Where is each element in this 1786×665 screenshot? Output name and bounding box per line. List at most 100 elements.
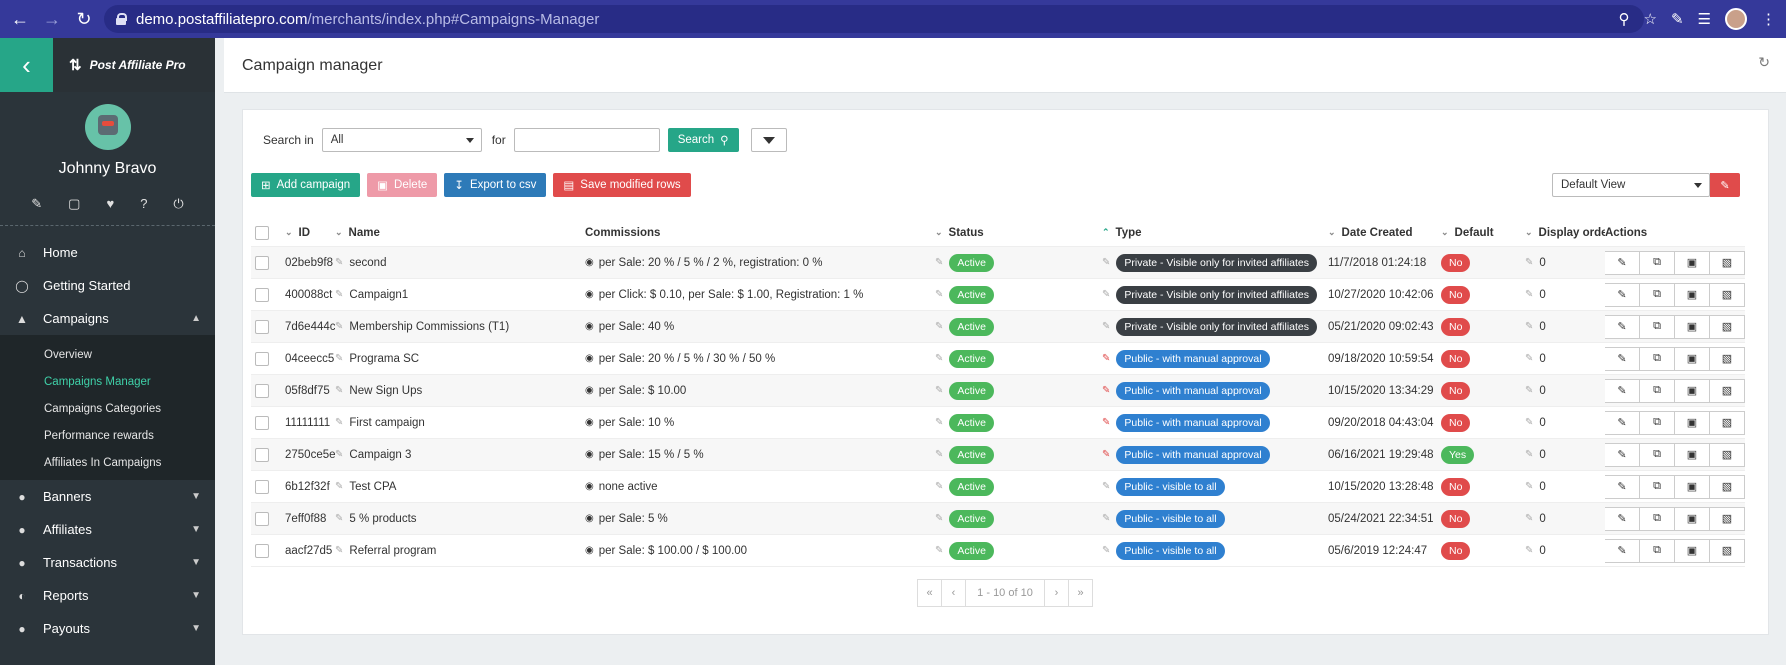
lock-button[interactable]: ▣ <box>1674 282 1710 307</box>
lock-button[interactable]: ▣ <box>1674 250 1710 275</box>
pencil-icon[interactable]: ✎ <box>335 353 343 364</box>
edit-button[interactable]: ✎ <box>1605 378 1640 403</box>
table-row[interactable]: 02beb9f8 ✎ second ◉ per Sale: 20 % / 5 % / 2… <box>251 247 1745 279</box>
delete-row-button[interactable]: ▧ <box>1709 442 1745 467</box>
pencil-icon[interactable]: ✎ <box>1102 257 1110 268</box>
pencil-icon[interactable]: ✎ <box>335 545 343 556</box>
eye-icon[interactable]: ◉ <box>585 385 594 396</box>
pencil-icon[interactable]: ✎ <box>1525 353 1533 364</box>
eye-icon[interactable]: ◉ <box>585 481 594 492</box>
column-header-date-created[interactable]: ⌄ Date Created <box>1328 227 1441 239</box>
collapse-sidebar-button[interactable]: ‹ <box>0 38 53 92</box>
pencil-icon[interactable]: ✎ <box>1525 289 1533 300</box>
pencil-icon[interactable]: ✎ <box>1102 353 1110 364</box>
table-row[interactable]: 7eff0f88 ✎ 5 % products ◉ per Sale: 5 % ✎ Acti… <box>251 503 1745 535</box>
edit-button[interactable]: ✎ <box>1605 410 1640 435</box>
eye-icon[interactable]: ◉ <box>585 545 594 556</box>
star-icon[interactable]: ☆ <box>1644 10 1657 28</box>
eye-icon[interactable]: ◉ <box>585 321 594 332</box>
sidebar-sub-campaigns-categories[interactable]: Campaigns Categories <box>0 395 215 422</box>
sidebar-item-transactions[interactable]: ● Transactions ▼ <box>0 546 215 579</box>
table-row[interactable]: 2750ce5e ✎ Campaign 3 ◉ per Sale: 15 % / 5 %… <box>251 439 1745 471</box>
first-page-button[interactable]: « <box>917 579 942 607</box>
lock-button[interactable]: ▣ <box>1674 378 1710 403</box>
pencil-icon[interactable]: ✎ <box>1525 321 1533 332</box>
view-select[interactable]: Default View <box>1552 173 1710 197</box>
edit-button[interactable]: ✎ <box>1605 506 1640 531</box>
extensions-icon[interactable]: ✎ <box>1671 10 1684 28</box>
pencil-icon[interactable]: ✎ <box>935 481 943 492</box>
eye-icon[interactable]: ◉ <box>585 353 594 364</box>
reading-list-icon[interactable]: ☰ <box>1698 10 1711 28</box>
table-row[interactable]: 04ceecc5 ✎ Programa SC ◉ per Sale: 20 % / 5 … <box>251 343 1745 375</box>
pencil-icon[interactable]: ✎ <box>1102 513 1110 524</box>
eye-icon[interactable]: ◉ <box>585 257 594 268</box>
lock-button[interactable]: ▣ <box>1674 410 1710 435</box>
delete-row-button[interactable]: ▧ <box>1709 506 1745 531</box>
row-checkbox[interactable] <box>255 479 269 494</box>
search-button[interactable]: Search ⚲ <box>667 128 739 152</box>
delete-row-button[interactable]: ▧ <box>1709 282 1745 307</box>
export-csv-button[interactable]: ↧ Export to csv <box>444 173 547 197</box>
pencil-icon[interactable]: ✎ <box>1102 417 1110 428</box>
pencil-icon[interactable]: ✎ <box>935 449 943 460</box>
delete-row-button[interactable]: ▧ <box>1709 538 1745 563</box>
filter-button[interactable] <box>750 128 787 152</box>
pencil-icon[interactable]: ✎ <box>1102 545 1110 556</box>
pencil-icon[interactable]: ✎ <box>1102 385 1110 396</box>
edit-button[interactable]: ✎ <box>1605 282 1640 307</box>
eye-icon[interactable]: ◉ <box>585 513 594 524</box>
table-row[interactable]: 7d6e444c ✎ Membership Commissions (T1) ◉ per… <box>251 311 1745 343</box>
pencil-icon[interactable]: ✎ <box>335 289 343 300</box>
delete-row-button[interactable]: ▧ <box>1709 250 1745 275</box>
pencil-icon[interactable]: ✎ <box>335 417 343 428</box>
sidebar-item-home[interactable]: ⌂ Home <box>0 236 215 269</box>
help-icon[interactable]: ? <box>140 196 147 212</box>
pencil-icon[interactable]: ✎ <box>335 449 343 460</box>
pencil-icon[interactable]: ✎ <box>1102 481 1110 492</box>
pencil-icon[interactable]: ✎ <box>1525 513 1533 524</box>
column-header-id[interactable]: ⌄ ID <box>285 227 335 239</box>
clone-button[interactable]: ⧉ <box>1639 410 1675 435</box>
pencil-icon[interactable]: ✎ <box>1102 321 1110 332</box>
pencil-icon[interactable]: ✎ <box>1525 257 1533 268</box>
clone-button[interactable]: ⧉ <box>1639 506 1675 531</box>
lock-button[interactable]: ▣ <box>1674 506 1710 531</box>
clone-button[interactable]: ⧉ <box>1639 346 1675 371</box>
pencil-icon[interactable]: ✎ <box>935 385 943 396</box>
power-icon[interactable]: ⏻ <box>173 196 183 212</box>
pencil-icon[interactable]: ✎ <box>935 513 943 524</box>
pencil-icon[interactable]: ✎ <box>31 196 42 212</box>
add-campaign-button[interactable]: ⊞ Add campaign <box>251 173 361 197</box>
pencil-icon[interactable]: ✎ <box>1102 289 1110 300</box>
lock-button[interactable]: ▣ <box>1674 474 1710 499</box>
zoom-icon[interactable]: ⚲ <box>1619 10 1630 28</box>
menu-dots-icon[interactable]: ⋮ <box>1761 10 1776 28</box>
eye-icon[interactable]: ◉ <box>585 449 594 460</box>
reload-icon[interactable]: ↻ <box>72 7 96 31</box>
row-checkbox[interactable] <box>255 287 269 302</box>
profile-avatar[interactable] <box>1725 8 1747 30</box>
table-row[interactable]: aacf27d5 ✎ Referral program ◉ per Sale: $ 10… <box>251 535 1745 567</box>
search-input[interactable] <box>513 128 660 152</box>
last-page-button[interactable]: » <box>1068 579 1093 607</box>
lock-button[interactable]: ▣ <box>1674 538 1710 563</box>
row-checkbox[interactable] <box>255 255 269 270</box>
sidebar-item-campaigns[interactable]: ▲ Campaigns ▲ <box>0 302 215 335</box>
row-checkbox[interactable] <box>255 511 269 526</box>
pencil-icon[interactable]: ✎ <box>1525 545 1533 556</box>
pencil-icon[interactable]: ✎ <box>1525 385 1533 396</box>
edit-button[interactable]: ✎ <box>1605 442 1640 467</box>
pencil-icon[interactable]: ✎ <box>335 385 343 396</box>
pencil-icon[interactable]: ✎ <box>335 481 343 492</box>
monitor-icon[interactable]: ▢ <box>68 196 80 212</box>
sidebar-sub-affiliates-in-campaigns[interactable]: Affiliates In Campaigns <box>0 449 215 476</box>
clone-button[interactable]: ⧉ <box>1639 538 1675 563</box>
table-row[interactable]: 6b12f32f ✎ Test CPA ◉ none active ✎ Active ✎ Pub… <box>251 471 1745 503</box>
avatar[interactable] <box>84 104 131 150</box>
delete-row-button[interactable]: ▧ <box>1709 410 1745 435</box>
delete-button[interactable]: ▣ Delete <box>367 173 438 197</box>
edit-view-button[interactable]: ✎ <box>1710 173 1740 197</box>
edit-button[interactable]: ✎ <box>1605 314 1640 339</box>
next-page-button[interactable]: › <box>1044 579 1069 607</box>
